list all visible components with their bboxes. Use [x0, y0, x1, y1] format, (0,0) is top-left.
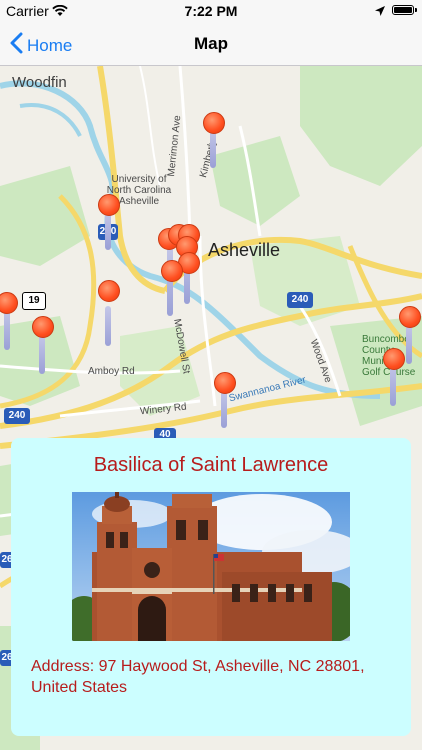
- status-bar: Carrier 7:22 PM: [0, 0, 422, 22]
- pin-stick: [4, 308, 10, 350]
- us-route-shield: 19: [22, 292, 46, 310]
- place-photo: [72, 492, 350, 641]
- pin-stick: [105, 306, 111, 346]
- page-title: Map: [194, 34, 228, 53]
- interstate-shield: 240: [287, 292, 313, 308]
- clock: 7:22 PM: [184, 3, 238, 19]
- map-pin[interactable]: [98, 280, 120, 302]
- map-label-amboy: Amboy Rd: [88, 366, 135, 377]
- navigation-bar: Home Map: [0, 22, 422, 66]
- pin-stick: [210, 128, 216, 168]
- pin-stick: [221, 388, 227, 428]
- interstate-shield: 240: [4, 408, 30, 424]
- map-pin[interactable]: [203, 112, 225, 134]
- location-arrow-icon: [374, 4, 386, 20]
- map-pin[interactable]: [32, 316, 54, 338]
- battery-icon: [392, 5, 417, 15]
- map-pin[interactable]: [383, 348, 405, 370]
- map-label-woodfin: Woodfin: [12, 74, 67, 91]
- pin-stick: [105, 210, 111, 250]
- pin-stick: [406, 324, 412, 364]
- place-name: Basilica of Saint Lawrence: [93, 454, 329, 476]
- pin-stick: [39, 334, 45, 374]
- map-pin[interactable]: [399, 306, 421, 328]
- place-info-card[interactable]: Basilica of Saint Lawrence Address: 97 H…: [11, 438, 411, 736]
- map-pin[interactable]: [98, 194, 120, 216]
- map-label-asheville: Asheville: [208, 240, 281, 260]
- map-pin[interactable]: [214, 372, 236, 394]
- place-address: Address: 97 Haywood St, Asheville, NC 28…: [31, 658, 365, 696]
- map-pin[interactable]: [161, 260, 183, 282]
